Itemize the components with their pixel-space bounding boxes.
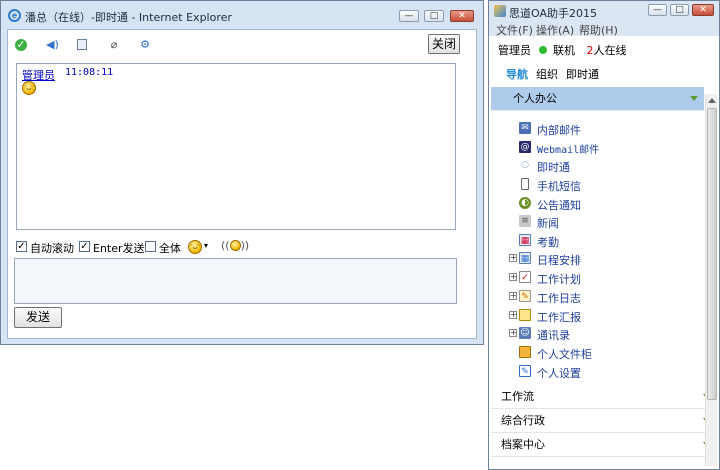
chat-window: e 潘总（在线）-即时通 - Internet Explorer — □ ✕ ✓…	[0, 0, 484, 345]
mobile-phone-icon	[521, 178, 529, 190]
online-status-icon[interactable]: ✓	[15, 39, 27, 51]
emoji-picker-icon[interactable]: ᵔᴗᵔ	[188, 240, 202, 254]
enter-send-checkbox[interactable]: ✓	[79, 241, 90, 252]
close-chat-button[interactable]: 关闭	[428, 34, 460, 54]
vertical-scrollbar[interactable]	[705, 94, 717, 466]
oa-window-title: 思道OA助手2015	[509, 7, 597, 20]
chat-bubble-icon: ◌	[521, 160, 529, 170]
message-input[interactable]	[14, 258, 457, 304]
tab-organization[interactable]: 组织	[536, 66, 558, 82]
attachment-icon[interactable]: ⌀	[108, 39, 120, 51]
chevron-down-icon	[690, 96, 698, 101]
oa-assistant-window: 思道OA助手2015 — □ ✕ 文件(F) 操作(A) 帮助(H) 管理员 联机…	[488, 0, 720, 470]
settings-doc-icon: ✎	[519, 365, 531, 377]
sound-icon[interactable]: ◀)	[46, 39, 59, 51]
chat-window-titlebar[interactable]: e 潘总（在线）-即时通 - Internet Explorer — □ ✕	[1, 1, 483, 29]
oa-menubar: 文件(F) 操作(A) 帮助(H)	[489, 21, 719, 37]
expand-work-log-icon[interactable]: +	[509, 292, 517, 300]
auto-scroll-label: 自动滚动	[30, 242, 74, 255]
oa-titlebar[interactable]: 思道OA助手2015 — □ ✕	[489, 1, 719, 21]
auto-scroll-checkbox[interactable]: ✓	[16, 241, 27, 252]
window-close-button[interactable]: ✕	[450, 10, 474, 22]
section-workflow[interactable]: 工作流	[491, 385, 717, 409]
scrollbar-thumb[interactable]	[707, 108, 717, 400]
section-personal-office[interactable]: 个人办公	[491, 87, 704, 111]
online-label[interactable]: 人在线	[594, 44, 627, 57]
section-label: 档案中心	[501, 438, 545, 451]
scroll-up-icon[interactable]	[708, 98, 716, 103]
all-checkbox[interactable]	[145, 241, 156, 252]
report-icon	[519, 309, 531, 321]
smile-emoji-icon: ᵔᴗᵔ	[22, 81, 36, 95]
enter-send-label: Enter发送	[93, 242, 145, 255]
all-label: 全体	[159, 242, 181, 255]
expand-schedule-icon[interactable]: +	[509, 254, 517, 262]
connection-status: 联机	[553, 44, 575, 57]
maximize-button[interactable]: □	[424, 10, 444, 22]
status-row: 管理员 联机 2人在线	[498, 42, 627, 58]
section-label: 工作流	[501, 390, 534, 403]
newspaper-icon: ≡	[519, 215, 531, 227]
chat-client-area: ✓ ◀) ⌀ ⚙ 关闭 管理员 11:08:11 ᵔᴗᵔ ✓ 自动滚动 ✓ En…	[7, 29, 477, 339]
webmail-icon: @	[519, 141, 531, 153]
screenshot-icon[interactable]	[77, 39, 87, 50]
section-archive-center[interactable]: 档案中心	[491, 433, 717, 457]
online-count: 2	[586, 44, 594, 57]
tab-navigation[interactable]: 导航	[506, 66, 528, 82]
internet-explorer-icon: e	[8, 9, 21, 22]
expand-work-report-icon[interactable]: +	[509, 311, 517, 319]
schedule-icon: ▦	[519, 252, 531, 264]
minimize-button[interactable]: —	[399, 10, 419, 22]
send-button[interactable]: 发送	[14, 307, 62, 328]
folder-icon	[519, 346, 531, 358]
tab-instant-messaging[interactable]: 即时通	[566, 66, 599, 82]
section-label: 综合行政	[501, 414, 545, 427]
expand-work-plan-icon[interactable]: +	[509, 273, 517, 281]
oa-minimize-button[interactable]: —	[648, 4, 667, 16]
envelope-icon: ✉	[519, 122, 531, 134]
shake-window-icon[interactable]: (())	[221, 239, 249, 252]
announcement-icon: ◐	[519, 197, 531, 209]
section-administration[interactable]: 综合行政	[491, 409, 717, 433]
chevron-down-icon[interactable]: ▾	[204, 241, 208, 250]
online-dot-icon	[539, 46, 547, 54]
settings-icon[interactable]: ⚙	[139, 39, 151, 51]
oa-body: 管理员 联机 2人在线 导航 组织 即时通 个人办公 ✉ 内部邮件 @ Webma…	[489, 36, 719, 469]
expand-contacts-icon[interactable]: +	[509, 329, 517, 337]
message-time: 11:08:11	[65, 67, 114, 78]
chat-window-title: 潘总（在线）-即时通 - Internet Explorer	[25, 11, 232, 24]
address-book-icon: ☺	[519, 327, 531, 339]
oa-maximize-button[interactable]: □	[670, 4, 689, 16]
section-label: 个人办公	[513, 92, 557, 105]
pencil-note-icon: ✎	[519, 290, 531, 302]
oa-logo-icon	[494, 5, 506, 17]
calendar-icon: ▦	[519, 234, 531, 246]
current-user: 管理员	[498, 44, 531, 57]
message-history[interactable]: 管理员 11:08:11 ᵔᴗᵔ	[16, 63, 456, 230]
checklist-icon: ✓	[519, 271, 531, 283]
oa-close-button[interactable]: ✕	[692, 4, 714, 16]
